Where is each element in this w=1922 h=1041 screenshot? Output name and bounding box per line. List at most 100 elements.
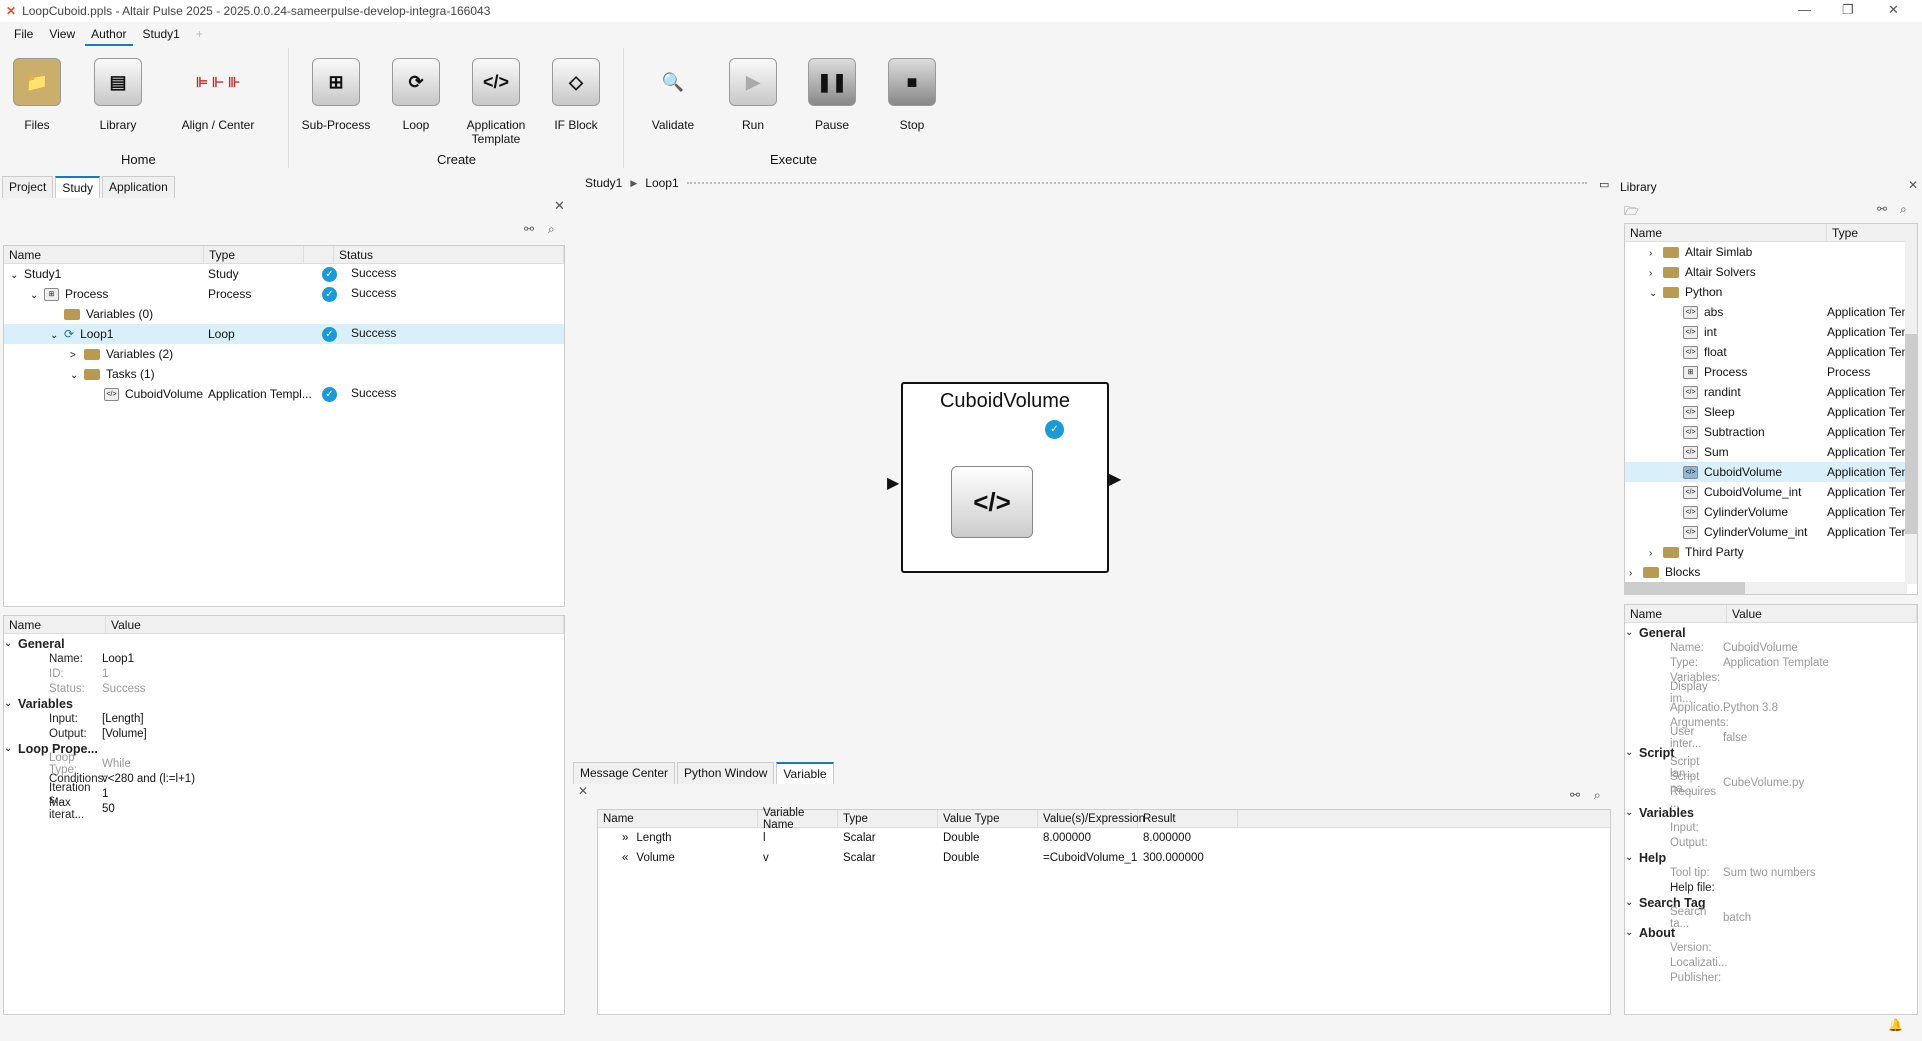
stop-button[interactable]: ■ Stop: [877, 58, 947, 132]
library-button[interactable]: ▤ Library: [83, 58, 153, 132]
expand-toggle-icon[interactable]: ›: [1649, 248, 1663, 259]
input-port-icon[interactable]: ▶: [887, 473, 899, 493]
property-row[interactable]: Applicatio... Python 3.8: [1625, 700, 1917, 715]
close-panel-icon[interactable]: ✕: [578, 784, 588, 798]
scroll-thumb[interactable]: [1905, 334, 1917, 534]
validate-button[interactable]: 🔍 Validate: [638, 58, 708, 133]
expand-toggle-icon[interactable]: ›: [1649, 268, 1663, 279]
notification-bell-icon[interactable]: 🔔: [1888, 1018, 1903, 1032]
close-button[interactable]: ✕: [1888, 2, 1899, 18]
search-icon[interactable]: ⌕: [1900, 202, 1907, 217]
library-item[interactable]: › Altair Simlab: [1625, 242, 1907, 262]
expand-toggle-icon[interactable]: >: [70, 350, 84, 361]
expand-toggle-icon[interactable]: ⌄: [4, 698, 18, 709]
property-row[interactable]: Status: Success: [4, 681, 564, 696]
output-port-icon[interactable]: ▶: [1109, 469, 1121, 489]
add-tab-button[interactable]: +: [190, 24, 209, 46]
library-item[interactable]: ⊞ Process Process: [1625, 362, 1907, 382]
library-item[interactable]: </> CuboidVolume_int Application Temp: [1625, 482, 1907, 502]
library-item[interactable]: </> CuboidVolume Application Temp: [1625, 462, 1907, 482]
binoculars-icon[interactable]: ⚯: [1877, 202, 1887, 216]
tab-study[interactable]: Study: [55, 176, 101, 198]
close-panel-icon[interactable]: ✕: [554, 198, 565, 214]
col-name[interactable]: Name: [1625, 224, 1827, 241]
property-row[interactable]: Input:: [1625, 820, 1917, 835]
tab-python-window[interactable]: Python Window: [677, 762, 775, 784]
library-item[interactable]: › Blocks: [1625, 562, 1907, 582]
expand-toggle-icon[interactable]: ⌄: [1625, 852, 1639, 863]
tab-application[interactable]: Application: [102, 176, 175, 198]
property-row[interactable]: ID: 1: [4, 666, 564, 681]
tree-row[interactable]: ⌄ Tasks (1): [4, 364, 564, 384]
expand-toggle-icon[interactable]: ⌄: [1625, 927, 1639, 938]
col-type[interactable]: Type: [1827, 224, 1917, 241]
library-item[interactable]: </> CylinderVolume_int Application Temp: [1625, 522, 1907, 542]
loop-button[interactable]: ⟳ Loop: [381, 58, 451, 132]
expand-toggle-icon[interactable]: ›: [1649, 548, 1663, 559]
application-template-button[interactable]: </> Application Template: [461, 58, 531, 146]
property-row[interactable]: Input: [Length]: [4, 711, 564, 726]
library-item[interactable]: </> Sum Application Temp: [1625, 442, 1907, 462]
workflow-node[interactable]: CuboidVolume ✓ </>: [901, 382, 1109, 573]
tree-row[interactable]: > Variables (2): [4, 344, 564, 364]
tree-row[interactable]: Variables (0): [4, 304, 564, 324]
tree-row[interactable]: ⌄ ⟳ Loop1 Loop ✓ Success: [4, 324, 564, 344]
expand-toggle-icon[interactable]: ⌄: [70, 370, 84, 381]
col-header[interactable]: Value Type: [938, 810, 1038, 827]
library-item[interactable]: </> randint Application Temp: [1625, 382, 1907, 402]
expand-toggle-icon[interactable]: ⌄: [1625, 627, 1639, 638]
property-row[interactable]: Version:: [1625, 940, 1917, 955]
maximize-button[interactable]: ❐: [1842, 2, 1854, 18]
search-icon[interactable]: ⌕: [1594, 788, 1601, 803]
property-row[interactable]: Help file:: [1625, 880, 1917, 895]
expand-toggle-icon[interactable]: ⌄: [1625, 807, 1639, 818]
col-header[interactable]: Type: [838, 810, 938, 827]
expand-toggle-icon[interactable]: ⌄: [1649, 288, 1663, 299]
minimize-button[interactable]: —: [1798, 2, 1811, 17]
tree-row[interactable]: ⌄ ⊞ Process Process ✓ Success: [4, 284, 564, 304]
library-item[interactable]: </> Sleep Application Temp: [1625, 402, 1907, 422]
property-row[interactable]: Tool tip: Sum two numbers: [1625, 865, 1917, 880]
tree-row[interactable]: </> CuboidVolume Application Templ... ✓ Succ…: [4, 384, 564, 404]
expand-toggle-icon[interactable]: ⌄: [4, 638, 18, 649]
tab-message-center[interactable]: Message Center: [573, 762, 676, 784]
scroll-thumb[interactable]: [1625, 582, 1745, 594]
files-button[interactable]: 📁 Files: [2, 58, 72, 132]
col-header[interactable]: Name: [598, 810, 758, 827]
property-row[interactable]: Type: Application Template: [1625, 655, 1917, 670]
open-folder-icon[interactable]: 🗁: [1624, 202, 1639, 223]
breadcrumb-study1[interactable]: Study1: [585, 176, 622, 190]
if-block-button[interactable]: ◇ IF Block: [541, 58, 611, 132]
library-item[interactable]: </> int Application Temp: [1625, 322, 1907, 342]
menu-author[interactable]: Author: [85, 24, 133, 46]
col-name[interactable]: Name: [4, 246, 204, 263]
expand-toggle-icon[interactable]: ⌄: [10, 270, 24, 281]
library-item[interactable]: ⌄ Python: [1625, 282, 1907, 302]
search-icon[interactable]: ⌕: [548, 222, 555, 237]
maximize-canvas-icon[interactable]: ▭: [1599, 178, 1609, 191]
property-row[interactable]: Output:: [1625, 835, 1917, 850]
menu-view[interactable]: View: [43, 24, 81, 46]
property-row[interactable]: User inter... false: [1625, 726, 1917, 750]
tab-project[interactable]: Project: [2, 176, 54, 198]
expand-toggle-icon[interactable]: ⌄: [30, 290, 44, 301]
tab-variable[interactable]: Variable: [776, 762, 834, 784]
col-type[interactable]: Type: [204, 246, 304, 263]
library-item[interactable]: </> Subtraction Application Temp: [1625, 422, 1907, 442]
col-status[interactable]: Status: [334, 246, 564, 263]
expand-toggle-icon[interactable]: ⌄: [50, 330, 64, 341]
property-row[interactable]: Name: CuboidVolume: [1625, 640, 1917, 655]
library-item[interactable]: </> abs Application Temp: [1625, 302, 1907, 322]
library-item[interactable]: </> float Application Temp: [1625, 342, 1907, 362]
property-group[interactable]: ⌄ General: [4, 636, 564, 651]
vertical-scrollbar[interactable]: [1905, 224, 1917, 584]
property-group[interactable]: ⌄ Help: [1625, 850, 1917, 865]
property-group[interactable]: ⌄ General: [1625, 625, 1917, 640]
property-row[interactable]: Display im...: [1625, 681, 1917, 705]
binoculars-icon[interactable]: ⚯: [1570, 788, 1580, 802]
property-row[interactable]: Loop Type: While: [4, 752, 564, 776]
property-row[interactable]: Output: [Volume]: [4, 726, 564, 741]
library-item[interactable]: </> CylinderVolume Application Temp: [1625, 502, 1907, 522]
menu-study1[interactable]: Study1: [137, 24, 186, 46]
sub-process-button[interactable]: ⊞ Sub-Process: [301, 58, 371, 132]
